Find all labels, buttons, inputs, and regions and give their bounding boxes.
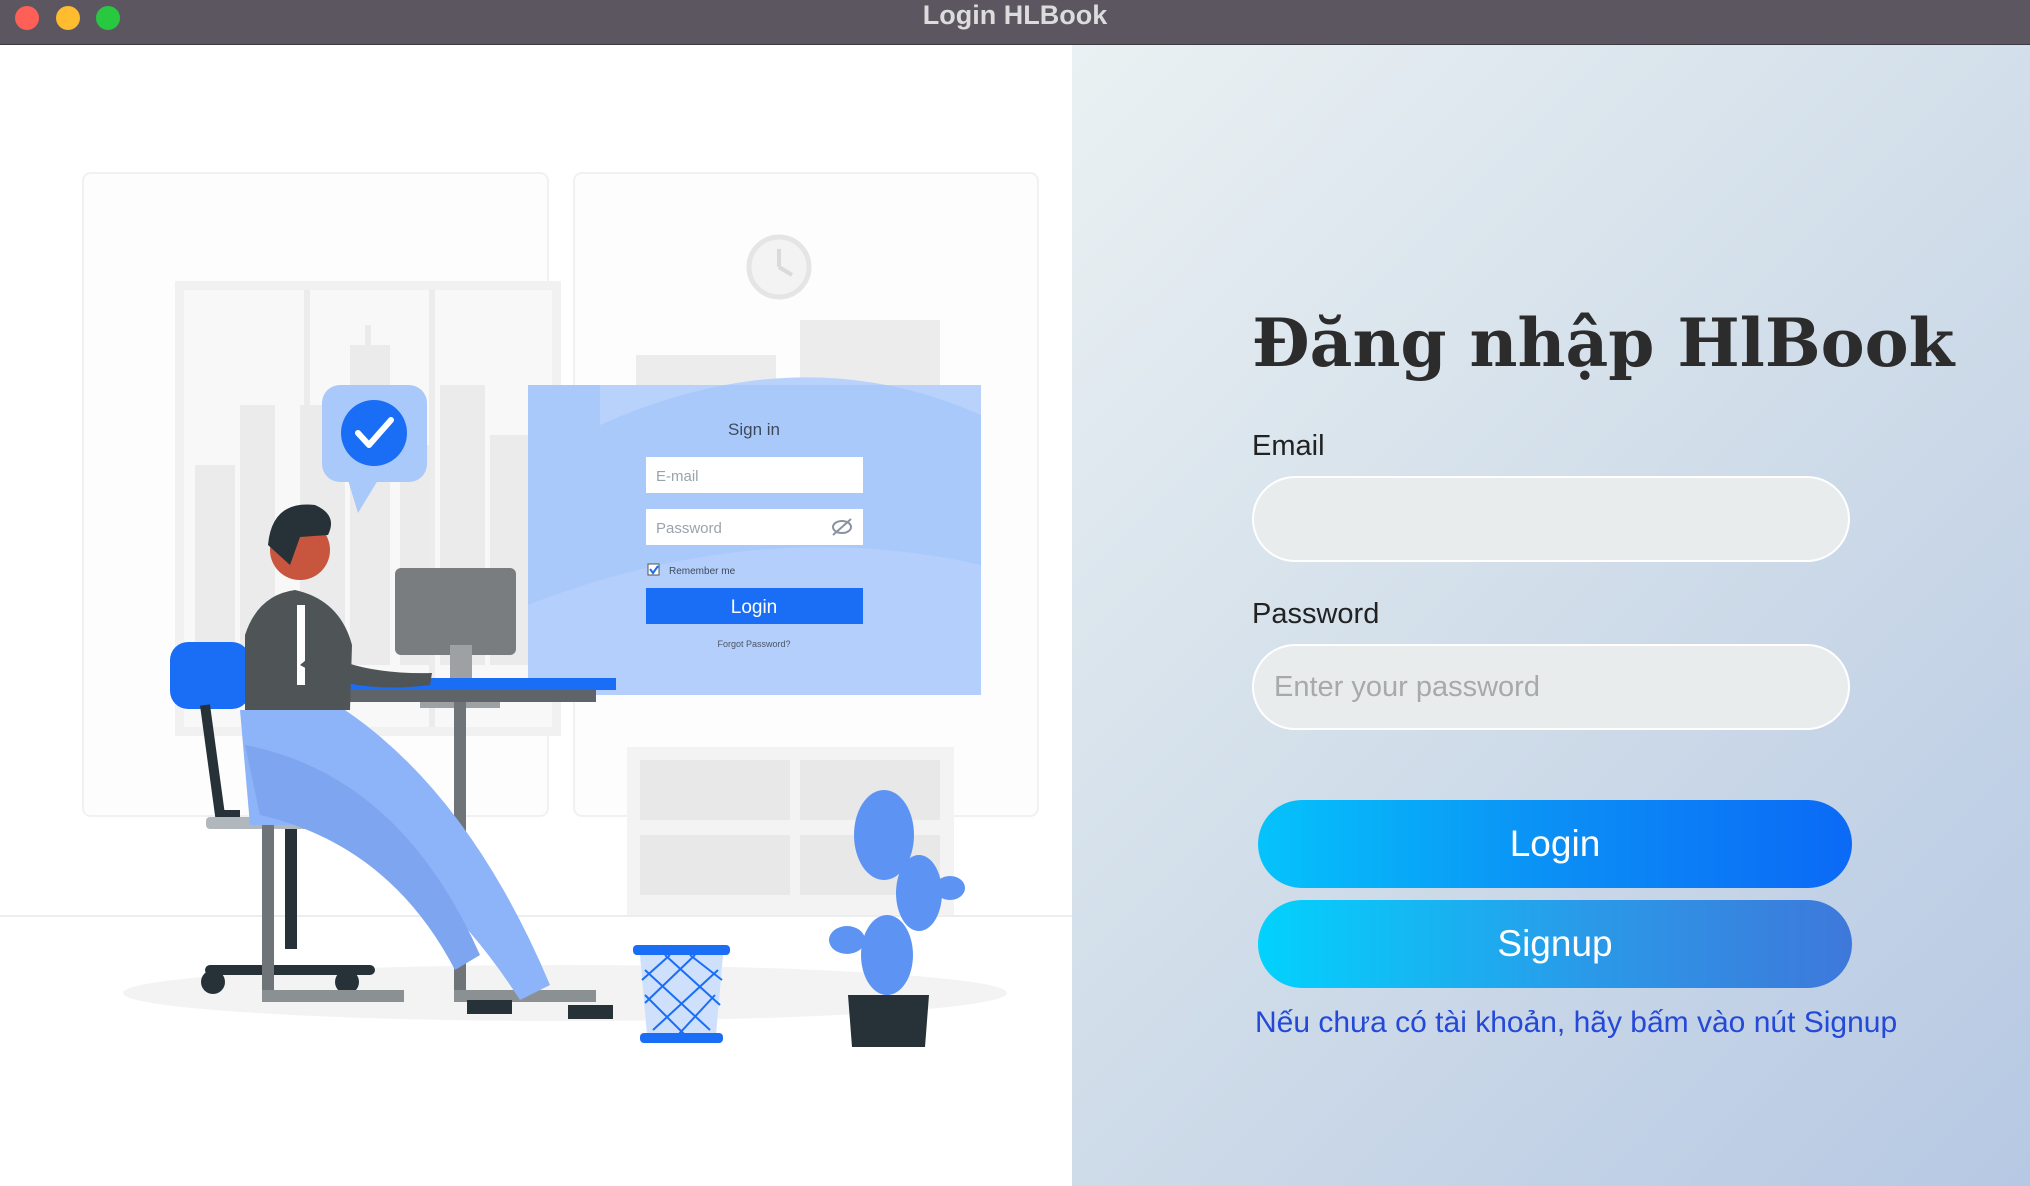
signup-button[interactable]: Signup (1258, 900, 1852, 988)
title-bar: Login HLBook (0, 0, 2030, 45)
signup-hint: Nếu chưa có tài khoản, hãy bấm vào nút S… (1255, 1006, 1898, 1039)
password-field[interactable] (1252, 644, 1850, 730)
illus-forgot-label: Forgot Password? (717, 639, 790, 649)
login-window: Login HLBook Sign in E-mail Password Rem… (0, 0, 2030, 1186)
illustration-pane: Sign in E-mail Password Remember me Logi… (0, 45, 1072, 1186)
illus-password-placeholder: Password (656, 520, 722, 537)
illus-email-placeholder: E-mail (656, 468, 699, 485)
login-form-pane: Đăng nhập HlBook Email Password Login Si… (1072, 45, 2030, 1186)
illus-signin-title: Sign in (728, 420, 780, 439)
page-title: Đăng nhập HlBook (1252, 304, 1955, 382)
illus-remember-label: Remember me (669, 566, 736, 577)
email-label: Email (1252, 430, 1325, 462)
password-label: Password (1252, 598, 1380, 630)
login-button[interactable]: Login (1258, 800, 1852, 888)
window-title: Login HLBook (922, 0, 1108, 30)
login-illustration: Sign in E-mail Password Remember me Logi… (0, 172, 1072, 1047)
email-field[interactable] (1252, 476, 1850, 562)
illus-login-label: Login (731, 597, 778, 618)
